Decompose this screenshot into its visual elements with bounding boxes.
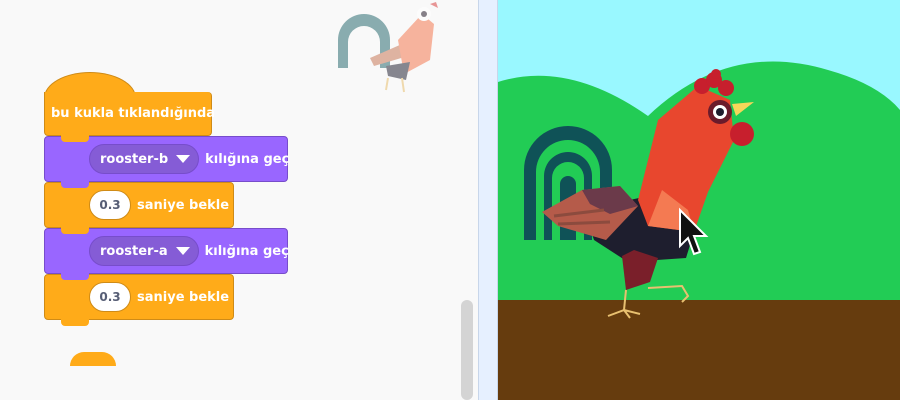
switch-costume-label: kılığına geç: [204, 243, 289, 259]
panel-divider: [478, 0, 498, 400]
stage[interactable]: [498, 0, 900, 400]
block-notch: [61, 318, 89, 326]
hat-block-label: bu kukla tıklandığında: [51, 106, 216, 121]
rooster-sprite-thumbnail-icon: [338, 2, 438, 93]
switch-costume-block[interactable]: rooster-a kılığına geç: [44, 228, 289, 280]
wait-seconds-input[interactable]: 0.3: [89, 282, 131, 312]
caret-down-icon: [175, 247, 190, 255]
wait-seconds-label: saniye bekle: [137, 197, 230, 213]
caret-down-icon: [176, 155, 191, 163]
switch-costume-block[interactable]: rooster-b kılığına geç: [44, 136, 290, 188]
wait-seconds-block[interactable]: 0.3 saniye bekle: [44, 274, 234, 326]
costume-dropdown-value: rooster-a: [100, 243, 168, 259]
block-notch: [61, 226, 89, 234]
block-notch: [61, 180, 89, 188]
code-area-scrollbar[interactable]: [461, 300, 473, 400]
when-sprite-clicked-hat-block[interactable]: bu kukla tıklandığında: [44, 92, 216, 142]
block-notch: [61, 272, 89, 280]
wait-seconds-block[interactable]: 0.3 saniye bekle: [44, 182, 234, 234]
wait-seconds-label: saniye bekle: [137, 289, 230, 305]
dirt-ground: [498, 300, 900, 400]
costume-dropdown[interactable]: rooster-b: [89, 144, 200, 174]
switch-costume-label: kılığına geç: [205, 151, 290, 167]
partial-hat-block[interactable]: [70, 352, 116, 366]
wait-seconds-input[interactable]: 0.3: [89, 190, 131, 220]
code-area[interactable]: bu kukla tıklandığında rooster-b kılığın…: [0, 0, 478, 400]
costume-dropdown[interactable]: rooster-a: [89, 236, 199, 266]
block-notch: [61, 134, 89, 142]
stage-canvas: [498, 0, 900, 400]
costume-dropdown-value: rooster-b: [100, 151, 169, 167]
